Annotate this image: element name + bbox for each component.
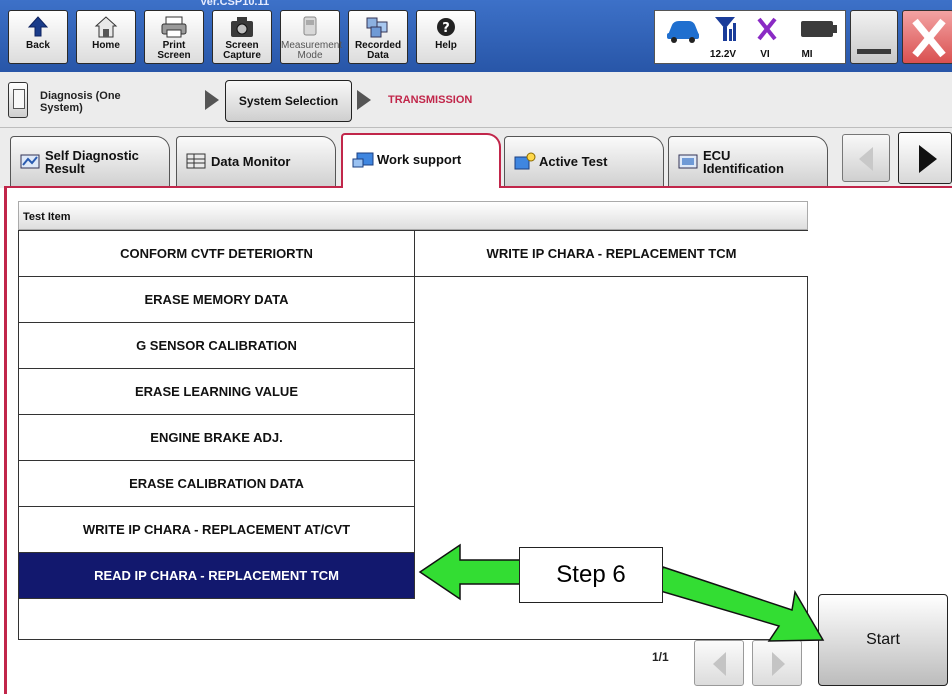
printer-icon — [145, 14, 203, 40]
breadcrumb-diagnosis[interactable]: Diagnosis (One System) — [40, 90, 150, 114]
recorded-data-button[interactable]: Recorded Data — [348, 10, 408, 64]
data-monitor-icon — [185, 151, 209, 171]
car-icon — [667, 21, 699, 43]
left-arrow-icon — [713, 652, 726, 676]
self-diagnostic-icon — [19, 151, 43, 171]
right-arrow-icon — [772, 652, 785, 676]
test-item-conform-cvtf-deteriortn[interactable]: CONFORM CVTF DETERIORTN — [19, 231, 415, 277]
test-item-erase-learning-value[interactable]: ERASE LEARNING VALUE — [19, 369, 415, 415]
test-item-read-ip-chara-replacement-tcm[interactable]: READ IP CHARA - REPLACEMENT TCM — [19, 553, 415, 599]
version-label: Ver.CSP10.11 — [200, 0, 270, 8]
back-arrow-icon — [9, 14, 67, 40]
system-selection-button[interactable]: System Selection — [225, 80, 352, 122]
home-button[interactable]: Home — [76, 10, 136, 64]
test-item-header: Test Item — [18, 201, 808, 230]
page-indicator: 1/1 — [652, 650, 669, 664]
test-item-erase-calibration-data[interactable]: ERASE CALIBRATION DATA — [19, 461, 415, 507]
recorded-data-icon — [349, 14, 407, 40]
breadcrumb-current-system: TRANSMISSION — [388, 94, 473, 106]
tab-active-test[interactable]: Active Test — [504, 136, 664, 188]
close-button[interactable] — [902, 10, 952, 64]
tab-bar: Self Diagnostic Result Data Monitor Work… — [0, 128, 952, 188]
test-item-g-sensor-calibration[interactable]: G SENSOR CALIBRATION — [19, 323, 415, 369]
minimize-button[interactable] — [850, 10, 898, 64]
back-button[interactable]: Back — [8, 10, 68, 64]
right-arrow-icon — [919, 145, 937, 173]
ecu-identification-icon — [677, 151, 701, 171]
battery-voltage-status: 12.2V — [663, 11, 736, 60]
test-item-write-ip-chara-replacement-at-cvt[interactable]: WRITE IP CHARA - REPLACEMENT AT/CVT — [19, 507, 415, 553]
home-icon — [77, 14, 135, 40]
device-icon — [8, 82, 28, 118]
screen-capture-button[interactable]: Screen Capture — [212, 10, 272, 64]
battery-status — [795, 11, 843, 52]
help-icon: ? — [417, 14, 475, 40]
step-label: Step 6 — [519, 547, 663, 603]
tab-work-support[interactable]: Work support — [341, 133, 501, 188]
test-item-table: CONFORM CVTF DETERIORTN WRITE IP CHARA -… — [18, 230, 808, 640]
mi-status: MI — [747, 11, 813, 60]
help-button[interactable]: ? Help — [416, 10, 476, 64]
active-test-icon — [513, 151, 537, 171]
breadcrumb-arrow-icon — [205, 90, 219, 110]
left-arrow-icon — [859, 147, 873, 171]
measurement-icon — [281, 14, 339, 40]
vi-status: VI — [705, 11, 770, 60]
test-item-erase-memory-data[interactable]: ERASE MEMORY DATA — [19, 277, 415, 323]
svg-text:?: ? — [442, 21, 450, 36]
page-next-button[interactable] — [752, 640, 802, 686]
start-button[interactable]: Start — [818, 594, 948, 686]
tab-scroll-left-button[interactable] — [842, 134, 890, 182]
print-screen-button[interactable]: Print Screen — [144, 10, 204, 64]
disconnected-x-icon — [757, 17, 777, 41]
work-support-icon — [351, 149, 375, 169]
tab-data-monitor[interactable]: Data Monitor — [176, 136, 336, 188]
signal-icon — [715, 17, 736, 41]
close-icon — [912, 18, 946, 58]
tab-scroll-right-button[interactable] — [898, 132, 952, 184]
battery-icon — [801, 21, 837, 37]
camera-icon — [213, 14, 271, 40]
tab-ecu-identification[interactable]: ECU Identification — [668, 136, 828, 188]
minimize-icon — [857, 49, 891, 54]
breadcrumb-arrow-icon — [357, 90, 371, 110]
main-toolbar: Ver.CSP10.11 Back Home Print Screen Scre… — [0, 0, 952, 72]
tab-self-diagnostic-result[interactable]: Self Diagnostic Result — [10, 136, 170, 188]
status-panel: 12.2V VI MI — [654, 10, 846, 64]
page-prev-button[interactable] — [694, 640, 744, 686]
measurement-mode-button[interactable]: Measurement Mode — [280, 10, 342, 64]
breadcrumb: Diagnosis (One System) — [0, 72, 952, 128]
test-item-engine-brake-adj[interactable]: ENGINE BRAKE ADJ. — [19, 415, 415, 461]
test-item-write-ip-chara-replacement-tcm[interactable]: WRITE IP CHARA - REPLACEMENT TCM — [415, 231, 808, 277]
